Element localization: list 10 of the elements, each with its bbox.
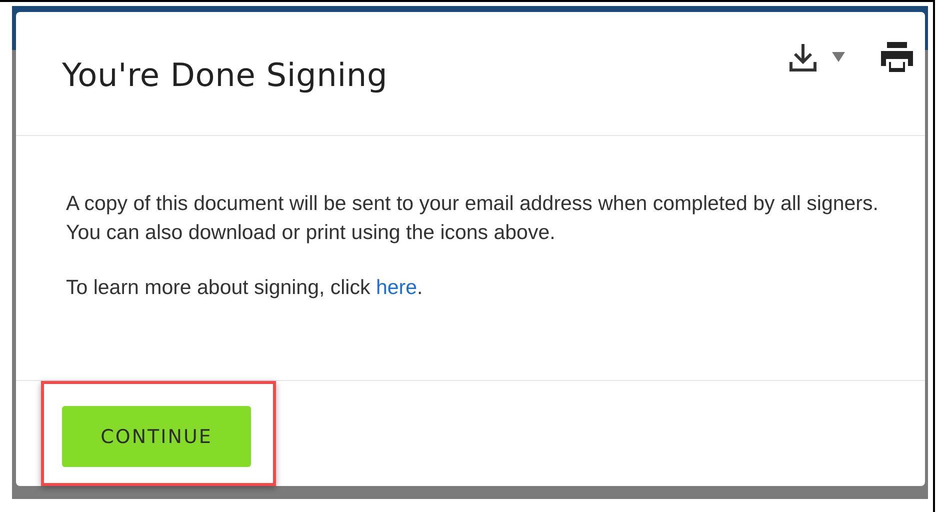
continue-button[interactable]: CONTINUE bbox=[62, 406, 251, 467]
help-text: To learn more about signing, click here. bbox=[66, 275, 424, 301]
download-icon bbox=[788, 42, 818, 72]
dialog-title: You're Done Signing bbox=[62, 56, 388, 94]
message-text: A copy of this document will be sent to your email address when completed by all signers. You can also download or print using the icons above. bbox=[66, 191, 880, 246]
print-button[interactable] bbox=[881, 42, 913, 72]
help-link[interactable]: here bbox=[376, 276, 417, 299]
printer-icon bbox=[881, 42, 913, 72]
caret-icon bbox=[832, 52, 845, 62]
download-button[interactable] bbox=[788, 42, 845, 72]
